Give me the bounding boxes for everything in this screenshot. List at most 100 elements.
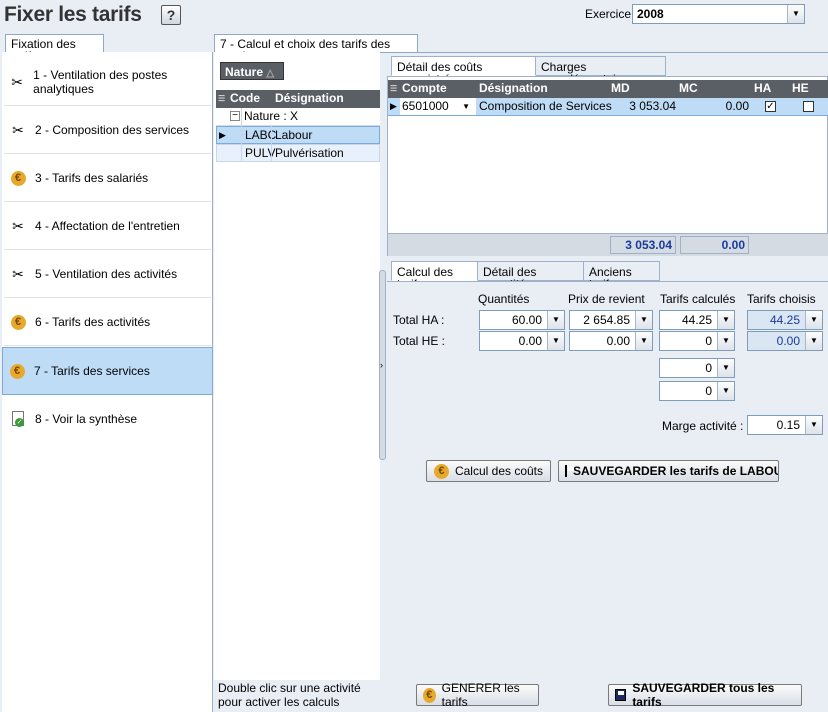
tab-anciens-tarifs[interactable]: Anciens tarifs — [584, 261, 660, 290]
tab-calcul-services[interactable]: 7 - Calcul et choix des tarifs des servi… — [214, 34, 418, 62]
chevron-down-icon[interactable]: ▼ — [635, 311, 652, 329]
group-button-label: Nature — [225, 65, 264, 79]
nature-grid-panel: Nature △ ☰ Code Désignation − Nature : X… — [214, 52, 380, 680]
group-by-nature-button[interactable]: Nature △ — [220, 62, 284, 80]
ha-checkbox[interactable]: ✓ — [765, 101, 776, 112]
header-designation[interactable]: Désignation — [275, 90, 344, 107]
chevron-down-icon[interactable]: ▼ — [717, 359, 734, 377]
tab-charges-complementaires[interactable]: Charges complémentaires — [536, 56, 666, 85]
chevron-down-icon[interactable]: ▼ — [717, 332, 734, 350]
scissors-icon: ✂ — [12, 217, 24, 234]
header-md[interactable]: MD — [611, 80, 630, 97]
ha-tarif-calcule-field[interactable]: 44.25 ▼ — [659, 310, 735, 330]
extra-calc-field-1[interactable]: 0 ▼ — [659, 358, 735, 378]
nav-item-3[interactable]: €3 - Tarifs des salariés — [4, 155, 211, 202]
calcul-couts-label: Calcul des coûts — [454, 464, 544, 478]
ha-tarif-calcule-value: 44.25 — [681, 313, 712, 327]
chevron-down-icon[interactable]: ▼ — [805, 416, 822, 434]
extra-calc-field-2[interactable]: 0 ▼ — [659, 381, 735, 401]
header-code[interactable]: Code — [230, 90, 260, 107]
exercice-value: 2008 — [637, 7, 664, 21]
grid-menu-icon[interactable]: ☰ — [390, 80, 397, 97]
euro-icon: € — [423, 687, 436, 703]
tab-fixation[interactable]: Fixation des tarifs — [5, 34, 104, 62]
total-ha-label: Total HA : — [393, 313, 445, 327]
euro-icon: € — [9, 169, 27, 187]
chevron-down-icon[interactable]: ▼ — [717, 311, 734, 329]
cell-designation: Labour — [275, 128, 313, 142]
chevron-down-icon[interactable]: ▼ — [547, 311, 564, 329]
exercice-select[interactable]: 2008 ▼ — [632, 4, 805, 24]
he-prix-field[interactable]: 0.00 ▼ — [569, 331, 653, 351]
ha-quantite-field[interactable]: 60.00 ▼ — [479, 310, 565, 330]
he-checkbox[interactable] — [803, 101, 814, 112]
ha-prix-field[interactable]: 2 654.85 ▼ — [569, 310, 653, 330]
he-tarif-choisi-value: 0.00 — [776, 334, 800, 348]
cost-tabs: Détail des coûts enregistrés Charges com… — [389, 56, 828, 85]
cell-designation: Composition de Services — [479, 99, 612, 113]
header-mc[interactable]: MC — [679, 80, 698, 97]
total-md: 3 053.04 — [610, 236, 676, 254]
he-quantite-field[interactable]: 0.00 ▼ — [479, 331, 565, 351]
nav-item-4[interactable]: ✂ 4 - Affectation de l'entretien — [4, 203, 211, 250]
chevron-right-icon[interactable]: › — [380, 360, 383, 370]
he-prix-value: 0.00 — [606, 334, 630, 348]
save-service-button[interactable]: SAUVEGARDER les tarifs de LABOUR — [558, 460, 779, 482]
nav-item-label: 1 - Ventilation des postes analytiques — [33, 68, 168, 96]
scissors-icon: ✂ — [12, 121, 24, 138]
chevron-down-icon[interactable]: ▼ — [547, 332, 564, 350]
col-header-quantites: Quantités — [478, 292, 530, 306]
nav-item-2[interactable]: ✂ 2 - Composition des services — [4, 107, 211, 154]
he-tarif-calcule-field[interactable]: 0 ▼ — [659, 331, 735, 351]
chevron-down-icon[interactable]: ▼ — [635, 332, 652, 350]
he-tarif-calcule-value: 0 — [705, 334, 712, 348]
nav-item-label: 3 - Tarifs des salariés — [35, 171, 149, 185]
nav-item-label: 6 - Tarifs des activités — [35, 315, 151, 329]
marge-field[interactable]: 0.15 ▼ — [747, 415, 823, 435]
column-divider — [241, 108, 242, 162]
tab-detail-quantites[interactable]: Détail des quantités — [478, 261, 584, 290]
header-compte[interactable]: Compte — [402, 80, 447, 97]
chevron-down-icon[interactable]: ▼ — [717, 382, 734, 400]
header-he[interactable]: HE — [792, 80, 809, 97]
table-row[interactable]: ▶ 6501000 ▼ Composition de Services 3 053… — [388, 98, 828, 116]
header-designation[interactable]: Désignation — [479, 80, 548, 97]
nav-item-label: 7 - Tarifs des services — [34, 364, 150, 378]
chevron-down-icon[interactable]: ▼ — [462, 98, 470, 115]
row-pointer-icon: ▶ — [219, 130, 226, 140]
floppy-disk-icon — [615, 689, 627, 701]
ha-tarif-choisi-value: 44.25 — [769, 313, 800, 327]
marge-label: Marge activité : — [662, 419, 744, 433]
generer-tarifs-button[interactable]: € GENERER les tarifs — [416, 681, 539, 709]
compte-value: 6501000 — [402, 99, 449, 113]
he-tarif-choisi-field[interactable]: 0.00 ▼ — [747, 331, 823, 351]
ha-tarif-choisi-field[interactable]: 44.25 ▼ — [747, 310, 823, 330]
collapse-icon[interactable]: − — [230, 111, 240, 121]
cost-grid: ☰ Compte Désignation MD MC HA HE ▶ 65010… — [387, 76, 828, 256]
nav-item-label: 8 - Voir la synthèse — [35, 411, 138, 426]
ha-quantite-value: 60.00 — [511, 313, 542, 327]
calcul-couts-button[interactable]: € Calcul des coûts — [426, 460, 551, 482]
nav-item-1[interactable]: ✂ 1 - Ventilation des postes analytiques — [4, 59, 211, 106]
cell-compte[interactable]: 6501000 ▼ — [400, 98, 476, 115]
tab-calcul-tarifs[interactable]: Calcul des tarifs — [391, 261, 478, 290]
he-quantite-value: 0.00 — [518, 334, 542, 348]
chevron-down-icon[interactable]: ▼ — [805, 332, 822, 350]
nav-item-6[interactable]: €6 - Tarifs des activités — [4, 299, 211, 346]
chevron-down-icon[interactable]: ▼ — [787, 5, 804, 23]
save-all-button[interactable]: SAUVEGARDER tous les tarifs — [608, 681, 802, 709]
tab-detail-couts[interactable]: Détail des coûts enregistrés — [391, 56, 536, 85]
scissors-icon: ✂ — [11, 73, 23, 90]
total-he-label: Total HE : — [393, 334, 446, 348]
header-ha[interactable]: HA — [754, 80, 771, 97]
help-icon[interactable]: ? — [161, 5, 181, 25]
chevron-down-icon[interactable]: ▼ — [805, 311, 822, 329]
euro-icon: € — [9, 313, 27, 331]
nav-item-5[interactable]: ✂ 5 - Ventilation des activités — [4, 251, 211, 298]
exercice-label: Exercice — [585, 7, 632, 21]
grid-menu-icon[interactable]: ☰ — [218, 90, 225, 107]
calc-tabs: Calcul des tarifs Détail des quantités A… — [389, 261, 828, 290]
nav-item-8[interactable]: ✓ 8 - Voir la synthèse — [4, 395, 211, 442]
nav-item-7-selected[interactable]: €7 - Tarifs des services — [2, 347, 213, 395]
save-all-label: SAUVEGARDER tous les tarifs — [632, 681, 775, 709]
